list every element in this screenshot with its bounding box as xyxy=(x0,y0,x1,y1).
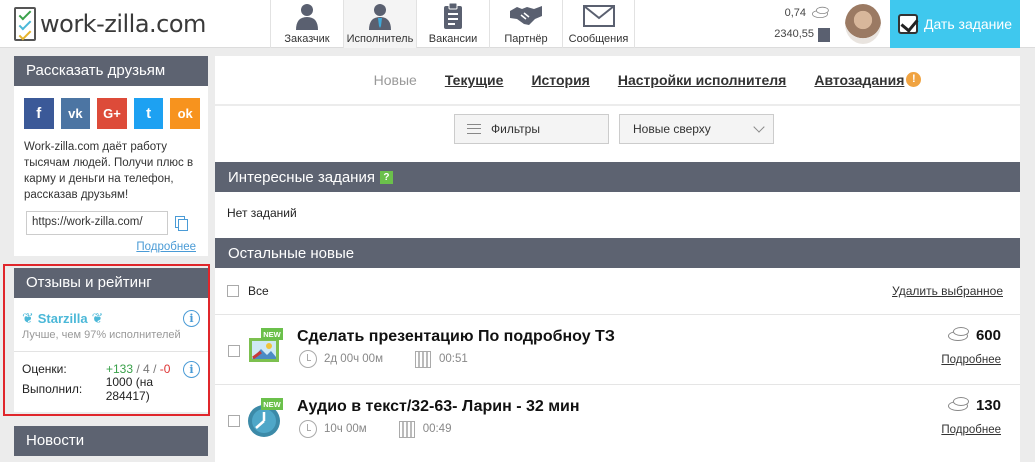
tab-new[interactable]: Новые xyxy=(374,72,417,88)
nav-messages-label: Сообщения xyxy=(568,33,629,45)
nav-messages[interactable]: Сообщения xyxy=(562,0,635,48)
question-icon[interactable]: ? xyxy=(379,170,393,184)
logo-text: work-zilla.com xyxy=(40,10,206,38)
calendar-icon xyxy=(414,350,431,368)
interesting-header: Интересные задания ? xyxy=(215,162,1020,192)
task-row[interactable]: NEW Сделать презентацию По подробноу ТЗ … xyxy=(215,314,1020,384)
nav-partner-label: Партнёр xyxy=(504,33,548,45)
top-header: work-zilla.com Заказчик Исполнитель Вака… xyxy=(0,0,1035,48)
sort-select[interactable]: Новые сверху xyxy=(619,114,774,144)
share-more-link[interactable]: Подробнее xyxy=(14,241,208,257)
task-tabs: Новые Текущие История Настройки исполнит… xyxy=(215,56,1020,104)
news-block: Новости xyxy=(14,426,208,456)
task-checkbox[interactable] xyxy=(228,345,240,357)
calendar-icon xyxy=(398,420,415,438)
task-checkbox[interactable] xyxy=(228,415,240,427)
select-all-row: Все Удалить выбранное xyxy=(215,268,1020,314)
client-person-icon xyxy=(289,1,325,31)
share-description: Work-zilla.com даёт работу тысячам людей… xyxy=(24,141,194,201)
task-title[interactable]: Сделать презентацию По подробноу ТЗ xyxy=(297,328,615,346)
coins-icon xyxy=(812,6,829,18)
balance[interactable]: 0,74 2340,55 xyxy=(758,3,830,45)
tab-history[interactable]: История xyxy=(531,72,589,88)
ref-link-row: https://work-zilla.com/ xyxy=(14,203,208,241)
coins-icon xyxy=(947,396,969,411)
filters-panel: Фильтры Новые сверху xyxy=(215,106,1020,162)
clock-icon xyxy=(299,420,317,438)
autotasks-alert-icon: ! xyxy=(906,72,922,87)
clock-icon xyxy=(299,350,317,368)
logo-checklist-icon xyxy=(14,7,36,41)
envelope-icon xyxy=(581,1,617,31)
task-time: 00:51 xyxy=(438,353,468,365)
news-title[interactable]: Новости xyxy=(14,426,208,456)
twitter-icon[interactable]: t xyxy=(133,98,164,129)
checkmark-icon xyxy=(897,14,918,34)
coins-icon xyxy=(947,326,969,341)
filters-button[interactable]: Фильтры xyxy=(454,114,609,144)
task-more-link[interactable]: Подробнее xyxy=(941,354,1001,366)
vk-icon[interactable]: vk xyxy=(60,98,91,129)
task-duration: 10ч 00м xyxy=(324,423,367,435)
task-duration: 2д 00ч 00м xyxy=(324,353,383,365)
nav-client-label: Заказчик xyxy=(284,33,330,45)
task-price: 130 xyxy=(947,396,1001,414)
money-balance: 2340,55 xyxy=(758,24,830,45)
nav-vacancies-label: Вакансии xyxy=(428,33,478,45)
give-task-button[interactable]: Дать задание xyxy=(890,0,1020,48)
clipboard-icon xyxy=(435,1,471,31)
odnoklassniki-icon[interactable]: ok xyxy=(170,98,200,129)
chevron-down-icon xyxy=(753,121,765,133)
others-header: Остальные новые xyxy=(215,238,1020,268)
svg-text:NEW: NEW xyxy=(263,400,281,409)
svg-text:NEW: NEW xyxy=(263,330,281,339)
presentation-icon: NEW xyxy=(247,328,287,368)
tab-current[interactable]: Текущие xyxy=(445,72,504,88)
audio-clock-icon: NEW xyxy=(247,398,287,438)
wallet-icon xyxy=(818,27,830,42)
nav-vacancies[interactable]: Вакансии xyxy=(416,0,489,48)
task-meta: 2д 00ч 00м 00:51 xyxy=(299,350,468,368)
facebook-icon[interactable]: f xyxy=(24,98,54,129)
main-content: Новые Текущие История Настройки исполнит… xyxy=(215,56,1020,462)
handshake-icon xyxy=(508,1,544,31)
nav-freelancer[interactable]: Исполнитель xyxy=(343,0,416,48)
rating-highlight-frame xyxy=(3,264,210,416)
task-meta: 10ч 00м 00:49 xyxy=(299,420,451,438)
share-block: Рассказать друзьям f vk G+ t ok Work-zil… xyxy=(14,56,208,256)
delete-selected-link[interactable]: Удалить выбранное xyxy=(892,284,1003,298)
nav-freelancer-label: Исполнитель xyxy=(346,33,414,45)
google-plus-icon[interactable]: G+ xyxy=(97,98,127,129)
social-buttons: f vk G+ t ok xyxy=(14,86,208,139)
copy-icon[interactable] xyxy=(175,216,189,231)
filter-lines-icon xyxy=(467,124,481,134)
select-all-checkbox[interactable] xyxy=(227,285,239,297)
task-more-link[interactable]: Подробнее xyxy=(941,424,1001,436)
nav-client[interactable]: Заказчик xyxy=(270,0,343,48)
nav-partner[interactable]: Партнёр xyxy=(489,0,562,48)
task-title[interactable]: Аудио в текст/32-63- Ларин - 32 мин xyxy=(297,398,580,416)
share-title: Рассказать друзьям xyxy=(14,56,208,86)
task-price: 600 xyxy=(947,326,1001,344)
tab-autotasks[interactable]: Автозадания xyxy=(814,72,904,88)
logo[interactable]: work-zilla.com xyxy=(14,6,206,42)
tab-freelancer-settings[interactable]: Настройки исполнителя xyxy=(618,72,786,88)
no-tasks-row: Нет заданий xyxy=(215,192,1020,238)
ref-link-field[interactable]: https://work-zilla.com/ xyxy=(26,211,168,235)
tab-autotasks-wrap: Автозадания! xyxy=(814,72,922,88)
coins-balance: 0,74 xyxy=(758,3,830,24)
main-nav: Заказчик Исполнитель Вакансии Партнёр Со… xyxy=(270,0,635,48)
task-row[interactable]: NEW Аудио в текст/32-63- Ларин - 32 мин … xyxy=(215,384,1020,462)
freelancer-person-icon xyxy=(362,1,398,31)
task-time: 00:49 xyxy=(422,423,452,435)
select-all-label: Все xyxy=(248,284,269,298)
user-avatar[interactable] xyxy=(845,4,881,44)
